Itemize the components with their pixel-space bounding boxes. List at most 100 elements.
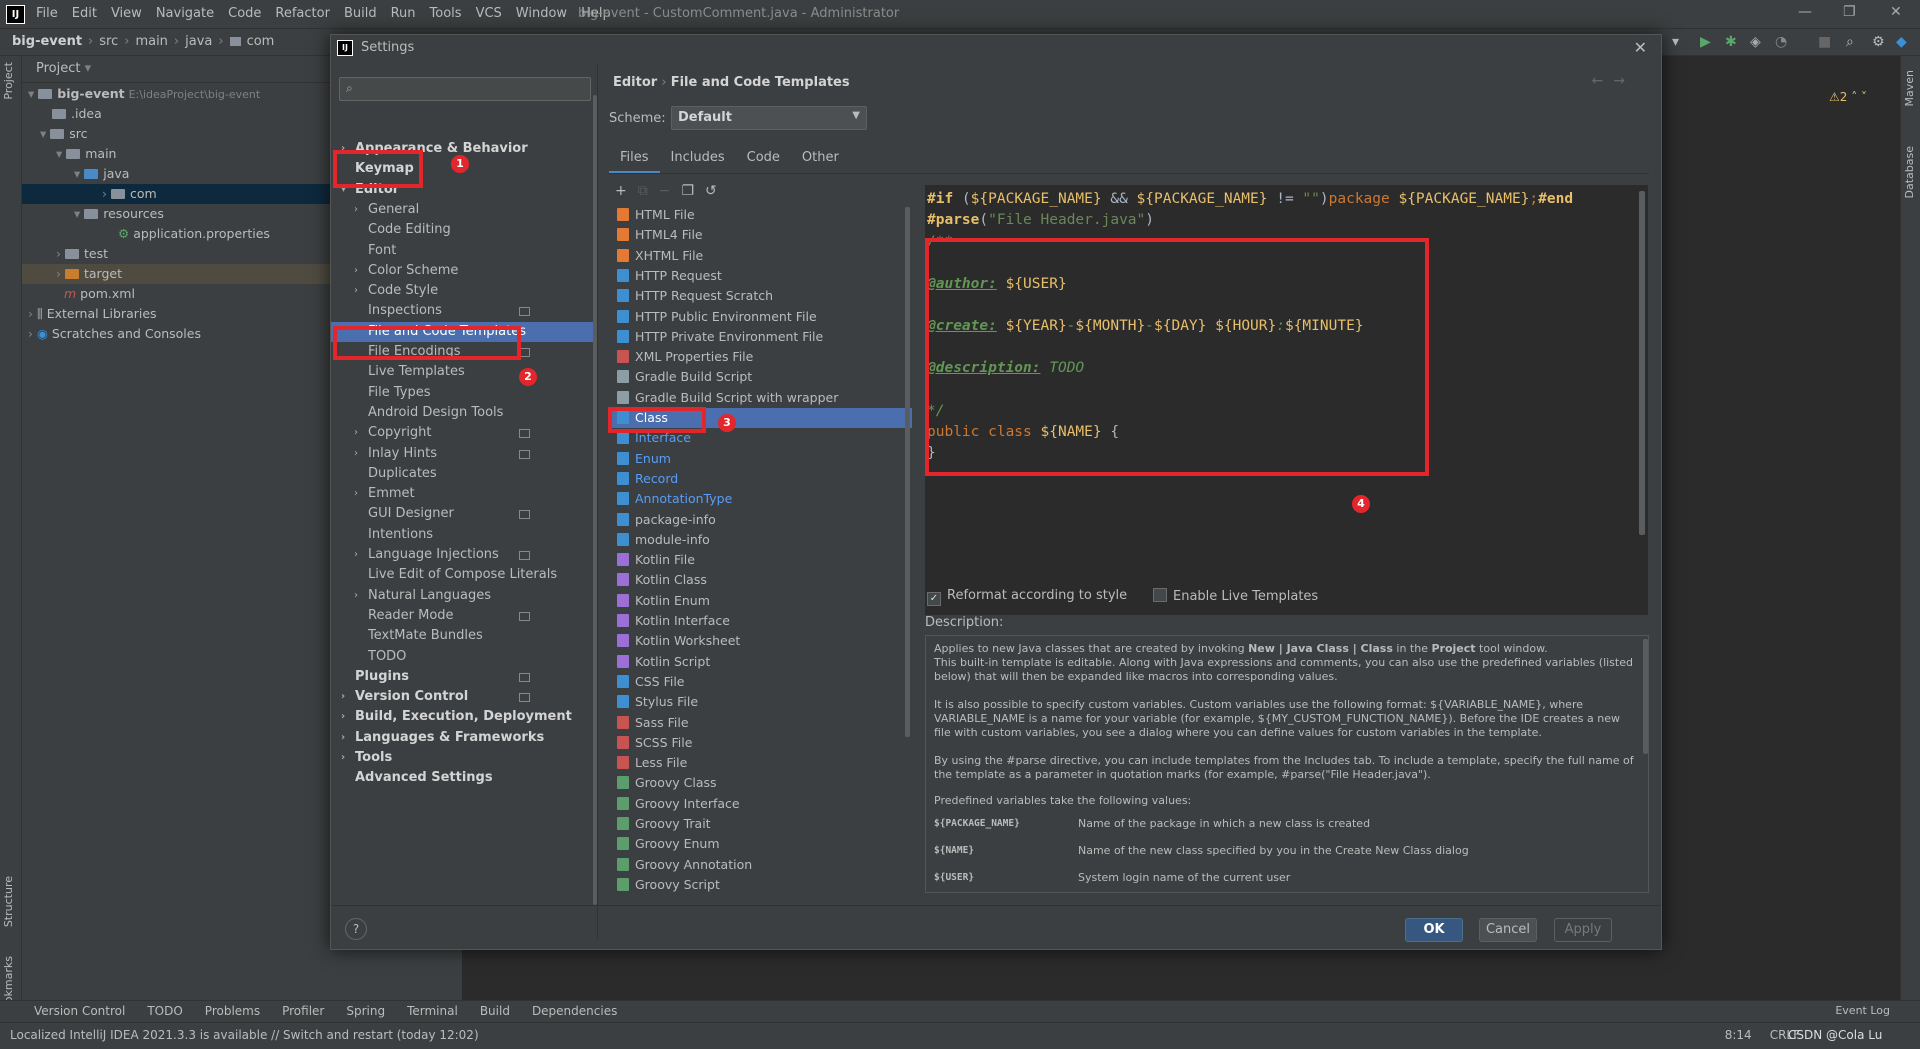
template-item-enum[interactable]: Enum <box>609 449 912 469</box>
menu-item-code[interactable]: Code <box>228 6 261 21</box>
nav-item-inspections[interactable]: Inspections <box>368 301 442 321</box>
nav-item-code-editing[interactable]: Code Editing <box>368 220 451 240</box>
menu-item-vcs[interactable]: VCS <box>476 6 502 21</box>
code-scrollbar[interactable] <box>1639 191 1645 535</box>
description-scrollbar[interactable] <box>1643 639 1648 754</box>
template-item-kotlin-interface[interactable]: Kotlin Interface <box>609 611 912 631</box>
add-child-icon[interactable]: ⧉ <box>638 183 648 199</box>
template-item-groovy-annotation[interactable]: Groovy Annotation <box>609 855 912 875</box>
nav-item-intentions[interactable]: Intentions <box>368 525 433 545</box>
template-item-http-public-environment-file[interactable]: HTTP Public Environment File <box>609 307 912 327</box>
menu-item-build[interactable]: Build <box>344 6 377 21</box>
structure-tool-button[interactable]: Structure <box>2 876 15 927</box>
nav-item-languages-frameworks[interactable]: › Languages & Frameworks <box>341 728 544 748</box>
tree-item-scratches[interactable]: › ◉ Scratches and Consoles <box>28 324 201 344</box>
run-icon[interactable]: ▶ <box>1700 34 1711 50</box>
live-templates-checkbox[interactable]: Enable Live Templates <box>1153 588 1318 604</box>
template-item-groovy-enum[interactable]: Groovy Enum <box>609 834 912 854</box>
cancel-button[interactable]: Cancel <box>1479 918 1537 942</box>
nav-item-textmate-bundles[interactable]: TextMate Bundles <box>368 626 483 646</box>
crumb-editor[interactable]: Editor <box>613 75 657 90</box>
template-item-module-info[interactable]: module-info <box>609 530 912 550</box>
menu-item-file[interactable]: File <box>36 6 58 21</box>
terminal-button[interactable]: Terminal <box>407 1004 458 1018</box>
template-item-http-request[interactable]: HTTP Request <box>609 266 912 286</box>
template-item-class[interactable]: Class <box>609 408 912 428</box>
problems-button[interactable]: Problems <box>205 1004 260 1018</box>
tab-code[interactable]: Code <box>736 145 791 171</box>
search-everywhere-icon[interactable]: ⌕ <box>1846 34 1854 50</box>
menu-item-refactor[interactable]: Refactor <box>275 6 330 21</box>
template-item-sass-file[interactable]: Sass File <box>609 713 912 733</box>
template-item-html4-file[interactable]: HTML4 File <box>609 225 912 245</box>
nav-item-emmet[interactable]: › Emmet <box>354 484 415 504</box>
project-tool-button[interactable]: Project <box>2 62 15 100</box>
remove-icon[interactable]: − <box>659 183 671 199</box>
reformat-checkbox[interactable]: ✓ Reformat according to style <box>927 588 1127 606</box>
template-item-kotlin-script[interactable]: Kotlin Script <box>609 652 912 672</box>
template-item-kotlin-enum[interactable]: Kotlin Enum <box>609 591 912 611</box>
nav-item-live-templates[interactable]: Live Templates <box>368 362 465 382</box>
minimize-icon[interactable]: — <box>1798 4 1812 20</box>
version-control-button[interactable]: Version Control <box>34 1004 125 1018</box>
tree-item-main[interactable]: ▾ main <box>56 144 116 164</box>
nav-item-file-encodings[interactable]: File Encodings <box>368 342 461 362</box>
template-item-xml-properties-file[interactable]: XML Properties File <box>609 347 912 367</box>
crumb-main[interactable]: main <box>135 34 167 49</box>
settings-search-input[interactable]: ⌕ <box>339 77 591 101</box>
template-item-interface[interactable]: Interface <box>609 428 912 448</box>
nav-item-version-control[interactable]: › Version Control <box>341 687 468 707</box>
back-forward-icons[interactable]: ←→ <box>1592 73 1635 89</box>
menu-item-edit[interactable]: Edit <box>72 6 97 21</box>
nav-item-file-and-code-templates[interactable]: File and Code Templates <box>331 321 597 342</box>
maven-tool-button[interactable]: Maven <box>1903 70 1916 106</box>
scheme-dropdown[interactable]: Default ▼ <box>671 106 867 130</box>
tree-item-java[interactable]: ▾ java <box>74 164 129 184</box>
template-item-kotlin-worksheet[interactable]: Kotlin Worksheet <box>609 631 912 651</box>
menu-item-run[interactable]: Run <box>391 6 416 21</box>
template-item-groovy-interface[interactable]: Groovy Interface <box>609 794 912 814</box>
tree-item-resources[interactable]: ▾ resources <box>74 204 164 224</box>
template-item-package-info[interactable]: package-info <box>609 510 912 530</box>
menu-item-navigate[interactable]: Navigate <box>156 6 214 21</box>
nav-item-appearance-behavior[interactable]: › Appearance & Behavior <box>341 139 528 159</box>
template-item-kotlin-file[interactable]: Kotlin File <box>609 550 912 570</box>
nav-item-advanced-settings[interactable]: Advanced Settings <box>355 768 493 788</box>
nav-item-plugins[interactable]: Plugins <box>355 667 409 687</box>
apply-button[interactable]: Apply <box>1554 918 1612 942</box>
nav-item-file-types[interactable]: File Types <box>368 383 431 403</box>
tree-item-pom[interactable]: m pom.xml <box>64 284 135 304</box>
menu-item-view[interactable]: View <box>111 6 142 21</box>
tree-item-src[interactable]: ▾ src <box>40 124 88 144</box>
template-item-css-file[interactable]: CSS File <box>609 672 912 692</box>
template-item-annotationtype[interactable]: AnnotationType <box>609 489 912 509</box>
nav-item-language-injections[interactable]: › Language Injections <box>354 545 499 565</box>
tree-item-external-libraries[interactable]: › ⫼ External Libraries <box>28 304 157 324</box>
template-code-editor[interactable]: #if (${PACKAGE_NAME} && ${PACKAGE_NAME} … <box>925 185 1648 615</box>
profiler-button[interactable]: Profiler <box>282 1004 324 1018</box>
debug-icon[interactable]: ✱ <box>1725 34 1737 50</box>
crumb-com[interactable]: com <box>247 34 275 49</box>
nav-item-general[interactable]: › General <box>354 200 419 220</box>
nav-item-duplicates[interactable]: Duplicates <box>368 464 437 484</box>
template-item-kotlin-class[interactable]: Kotlin Class <box>609 570 912 590</box>
warning-count[interactable]: ⚠2 ˄ ˅ <box>1829 90 1867 104</box>
template-item-scss-file[interactable]: SCSS File <box>609 733 912 753</box>
nav-item-keymap[interactable]: Keymap <box>355 159 414 179</box>
menu-item-tools[interactable]: Tools <box>430 6 462 21</box>
nav-item-reader-mode[interactable]: Reader Mode <box>368 606 454 626</box>
crumb-src[interactable]: src <box>99 34 118 49</box>
nav-item-inlay-hints[interactable]: › Inlay Hints <box>354 444 437 464</box>
coverage-icon[interactable]: ◈ <box>1750 34 1761 50</box>
todo-button[interactable]: TODO <box>147 1004 182 1018</box>
nav-item-build-execution-deployment[interactable]: › Build, Execution, Deployment <box>341 707 572 727</box>
menu-item-window[interactable]: Window <box>516 6 567 21</box>
template-list-scrollbar[interactable] <box>905 207 910 737</box>
nav-item-tools[interactable]: › Tools <box>341 748 392 768</box>
template-item-gradle-build-script-with-wrapper[interactable]: Gradle Build Script with wrapper <box>609 388 912 408</box>
database-tool-button[interactable]: Database <box>1903 146 1916 199</box>
nav-item-live-edit-of-compose-literals[interactable]: Live Edit of Compose Literals <box>368 565 557 585</box>
nav-item-editor[interactable]: ▾ Editor <box>341 180 399 200</box>
nav-item-copyright[interactable]: › Copyright <box>354 423 432 443</box>
tab-files[interactable]: Files <box>609 145 660 174</box>
